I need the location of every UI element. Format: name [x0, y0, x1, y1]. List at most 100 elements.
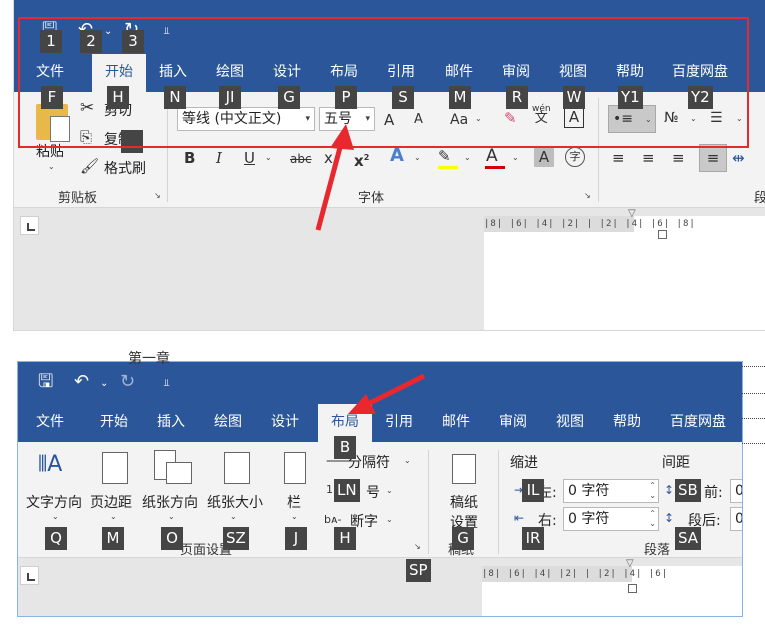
- tab-home[interactable]: 开始: [100, 413, 128, 431]
- font-size-dropdown[interactable]: 五号 ▾: [319, 107, 375, 131]
- tab-baidu-netdisk[interactable]: 百度网盘: [672, 63, 728, 81]
- copy-icon[interactable]: ⎘: [80, 127, 92, 147]
- stepper-icon[interactable]: ⌃ ⌄: [649, 481, 656, 501]
- tab-selector[interactable]: [20, 216, 39, 235]
- font-name-dropdown[interactable]: 等线 (中文正文) ▾: [177, 107, 315, 131]
- tab-help[interactable]: 帮助: [616, 63, 644, 81]
- italic-icon[interactable]: I: [216, 148, 222, 168]
- clear-formatting-icon[interactable]: ✎: [504, 108, 517, 128]
- manuscript-label-1[interactable]: 稿纸: [450, 492, 478, 512]
- tab-mailings[interactable]: 邮件: [445, 63, 473, 81]
- enclose-characters-icon[interactable]: 字: [565, 147, 585, 167]
- left-indent-marker[interactable]: [628, 584, 637, 593]
- customize-qat-icon[interactable]: ⫫: [164, 26, 170, 37]
- multilevel-list-icon[interactable]: ☰: [710, 108, 723, 128]
- orientation-dropdown-icon[interactable]: ⌄: [168, 512, 175, 521]
- breaks-dropdown-icon[interactable]: ⌄: [404, 456, 411, 465]
- align-right-icon[interactable]: ≡: [672, 148, 685, 168]
- undo-dropdown-icon[interactable]: ⌄: [104, 26, 112, 37]
- tab-insert[interactable]: 插入: [159, 63, 187, 81]
- line-numbers-label[interactable]: 号: [366, 482, 380, 502]
- multilevel-dropdown-icon[interactable]: ⌄: [736, 114, 743, 123]
- cut-icon[interactable]: ✂: [80, 98, 94, 118]
- spacing-before-input[interactable]: 0: [730, 479, 742, 503]
- tab-layout[interactable]: 布局: [330, 63, 358, 81]
- spacing-after-input[interactable]: 0: [730, 507, 742, 531]
- paste-button-label[interactable]: 粘贴: [36, 141, 64, 161]
- indent-right-input[interactable]: 0 字符 ⌃ ⌄: [563, 507, 659, 531]
- customize-qat-icon[interactable]: ⫫: [164, 378, 170, 389]
- superscript-icon[interactable]: x2: [354, 148, 369, 171]
- undo-dropdown-icon[interactable]: ⌄: [100, 378, 108, 389]
- distributed-icon[interactable]: ⇹: [732, 148, 745, 168]
- line-numbers-dropdown-icon[interactable]: ⌄: [386, 486, 393, 495]
- text-direction-label[interactable]: 文字方向: [26, 492, 82, 512]
- text-direction-icon[interactable]: ⫴A: [38, 450, 62, 480]
- size-dropdown-icon[interactable]: ⌄: [230, 512, 237, 521]
- orientation-label[interactable]: 纸张方向: [142, 492, 198, 512]
- size-icon[interactable]: [224, 452, 250, 484]
- margins-icon[interactable]: [102, 452, 128, 484]
- shrink-font-icon[interactable]: A: [414, 110, 423, 130]
- tab-baidu-netdisk[interactable]: 百度网盘: [670, 413, 726, 431]
- tab-view[interactable]: 视图: [559, 63, 587, 81]
- bullets-button[interactable]: •≡ ⌄: [608, 105, 656, 133]
- redo-icon[interactable]: ↻: [120, 372, 135, 392]
- tab-references[interactable]: 引用: [387, 63, 415, 81]
- clipboard-launcher-icon[interactable]: ↘: [154, 191, 161, 200]
- underline-icon[interactable]: U: [244, 148, 255, 168]
- paste-icon[interactable]: [36, 104, 70, 142]
- character-shading-icon[interactable]: A: [534, 147, 554, 167]
- page-setup-launcher-icon[interactable]: ↘: [414, 542, 421, 551]
- tab-selector[interactable]: [20, 566, 39, 585]
- hyphenation-dropdown-icon[interactable]: ⌄: [386, 515, 393, 524]
- indent-left-input[interactable]: 0 字符 ⌃ ⌄: [563, 479, 659, 503]
- tab-review[interactable]: 审阅: [499, 413, 527, 431]
- align-left-icon[interactable]: ≡: [612, 148, 625, 168]
- underline-dropdown-icon[interactable]: ⌄: [265, 153, 272, 162]
- font-color-icon[interactable]: A: [486, 146, 498, 166]
- columns-dropdown-icon[interactable]: ⌄: [291, 512, 298, 521]
- size-label[interactable]: 纸张大小: [207, 492, 263, 512]
- horizontal-ruler[interactable]: |8| |6| |4| |2| | |2| |4| |6|: [482, 566, 742, 582]
- phonetic-guide-icon[interactable]: wén 文: [532, 104, 551, 125]
- manuscript-icon[interactable]: [452, 454, 476, 484]
- tab-insert[interactable]: 插入: [157, 413, 185, 431]
- change-case-icon[interactable]: Aa: [450, 110, 468, 130]
- columns-label[interactable]: 栏: [287, 492, 301, 512]
- strikethrough-icon[interactable]: abc: [290, 149, 312, 169]
- font-color-dropdown-icon[interactable]: ⌄: [512, 153, 519, 162]
- grow-font-icon[interactable]: A: [384, 110, 394, 130]
- tab-view[interactable]: 视图: [556, 413, 584, 431]
- tab-draw[interactable]: 绘图: [216, 63, 244, 81]
- justify-icon[interactable]: ≡: [699, 144, 727, 172]
- change-case-dropdown-icon[interactable]: ⌄: [475, 114, 482, 123]
- tab-references[interactable]: 引用: [385, 413, 413, 431]
- tab-design[interactable]: 设计: [273, 63, 301, 81]
- subscript-icon[interactable]: x2: [324, 148, 338, 175]
- stepper-icon[interactable]: ⌃ ⌄: [649, 509, 656, 529]
- text-effects-dropdown-icon[interactable]: ⌄: [414, 153, 421, 162]
- highlight-dropdown-icon[interactable]: ⌄: [464, 153, 471, 162]
- bold-icon[interactable]: B: [184, 148, 195, 168]
- tab-draw[interactable]: 绘图: [214, 413, 242, 431]
- horizontal-ruler[interactable]: |8| |6| |4| |2| | |2| |4| |6| |8|: [484, 216, 765, 232]
- format-painter-label[interactable]: 格式刷: [104, 158, 146, 178]
- tab-help[interactable]: 帮助: [613, 413, 641, 431]
- align-center-icon[interactable]: ≡: [642, 148, 655, 168]
- character-border-icon[interactable]: A: [564, 108, 584, 128]
- paste-dropdown-icon[interactable]: ⌄: [48, 162, 55, 171]
- numbering-icon[interactable]: №: [664, 108, 679, 128]
- left-indent-marker[interactable]: [658, 230, 667, 239]
- margins-dropdown-icon[interactable]: ⌄: [110, 512, 117, 521]
- tab-mailings[interactable]: 邮件: [442, 413, 470, 431]
- save-icon[interactable]: 🖫: [38, 372, 53, 392]
- tab-review[interactable]: 审阅: [502, 63, 530, 81]
- text-direction-dropdown-icon[interactable]: ⌄: [52, 512, 59, 521]
- font-launcher-icon[interactable]: ↘: [584, 191, 591, 200]
- numbering-dropdown-icon[interactable]: ⌄: [690, 114, 697, 123]
- tab-file[interactable]: 文件: [36, 63, 64, 81]
- tab-file[interactable]: 文件: [36, 413, 64, 431]
- undo-icon[interactable]: ↶: [74, 372, 89, 392]
- format-painter-icon[interactable]: 🖌: [80, 156, 99, 176]
